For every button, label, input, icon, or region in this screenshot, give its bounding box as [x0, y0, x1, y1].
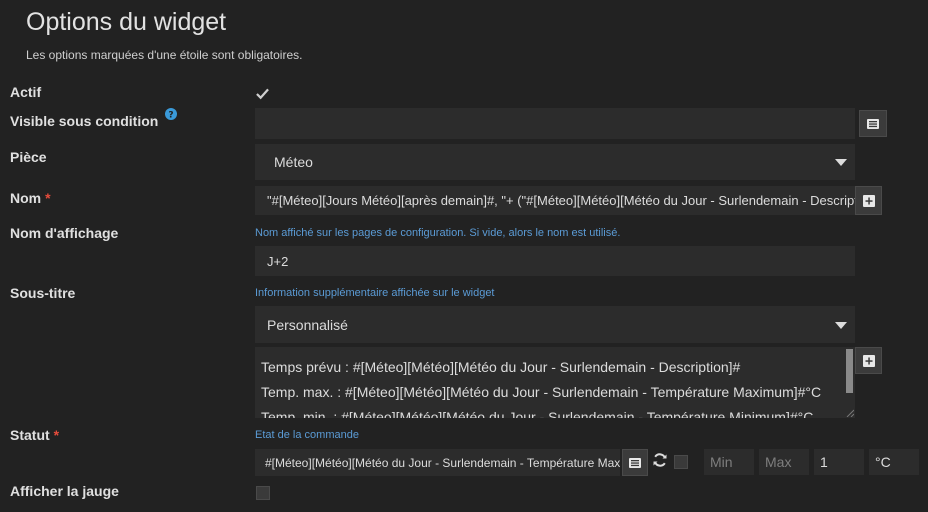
statut-input[interactable]: #[Méteo][Météo][Météo du Jour - Surlende…	[255, 449, 620, 476]
page-subtitle: Les options marquées d'une étoile sont o…	[26, 48, 303, 62]
resize-handle-icon[interactable]	[846, 409, 854, 417]
sous-titre-line: Temp. min. : #[Méteo][Météo][Météo du Jo…	[261, 409, 814, 418]
sous-titre-selected-value: Personnalisé	[267, 316, 348, 333]
sous-titre-hint: Information supplémentaire affichée sur …	[255, 287, 495, 299]
sous-titre-add-button[interactable]	[855, 347, 882, 374]
nom-affichage-input[interactable]: J+2	[255, 246, 855, 276]
required-star: *	[53, 427, 60, 443]
afficher-jauge-checkbox[interactable]	[256, 486, 270, 500]
statut-min-input[interactable]: Min	[704, 449, 754, 475]
required-star: *	[45, 190, 51, 206]
nom-input[interactable]: "#[Méteo][Jours Météo][après demain]#, "…	[255, 186, 855, 215]
statut-hint: Etat de la commande	[255, 429, 359, 441]
afficher-jauge-label: Afficher la jauge	[10, 483, 119, 499]
piece-selected-value: Méteo	[274, 154, 313, 170]
chevron-down-icon	[835, 159, 847, 166]
visible-condition-list-button[interactable]	[859, 110, 887, 137]
statut-unit-input[interactable]: °C	[869, 449, 919, 475]
statut-invert-checkbox[interactable]	[674, 455, 688, 469]
sous-titre-textarea[interactable]: Temps prévu : #[Méteo][Météo][Météo du J…	[255, 347, 855, 418]
page-title: Options du widget	[26, 8, 227, 36]
check-icon	[256, 88, 269, 99]
actif-label: Actif	[10, 84, 42, 100]
sous-titre-select[interactable]: Personnalisé	[255, 306, 855, 343]
nom-add-button[interactable]	[855, 186, 882, 215]
piece-label: Pièce	[10, 149, 47, 165]
statut-list-button[interactable]	[622, 449, 648, 476]
list-icon	[629, 457, 641, 468]
nom-affichage-label: Nom d'affichage	[10, 225, 119, 241]
piece-select[interactable]: Méteo	[255, 144, 855, 180]
sous-titre-label: Sous-titre	[10, 285, 76, 301]
visible-condition-input[interactable]	[255, 108, 855, 139]
plus-icon	[862, 354, 875, 367]
nom-affichage-hint: Nom affiché sur les pages de configurati…	[255, 227, 621, 239]
textarea-scrollbar[interactable]	[846, 349, 853, 393]
chevron-down-icon	[835, 321, 847, 329]
refresh-icon[interactable]	[652, 452, 668, 473]
question-circle-icon[interactable]: ?	[161, 108, 177, 123]
plus-icon	[862, 194, 875, 207]
list-icon	[867, 118, 879, 129]
nom-label: Nom *	[10, 190, 51, 206]
statut-decimals-input[interactable]: 1	[814, 449, 864, 475]
statut-max-input[interactable]: Max	[759, 449, 809, 475]
actif-checkbox[interactable]	[256, 87, 269, 100]
sous-titre-line: Temp. max. : #[Méteo][Météo][Météo du Jo…	[261, 384, 822, 400]
statut-label: Statut *	[10, 427, 60, 443]
sous-titre-line: Temps prévu : #[Méteo][Météo][Météo du J…	[261, 359, 741, 375]
visible-condition-label: Visible sous condition ?	[10, 108, 177, 129]
svg-text:?: ?	[168, 111, 173, 121]
